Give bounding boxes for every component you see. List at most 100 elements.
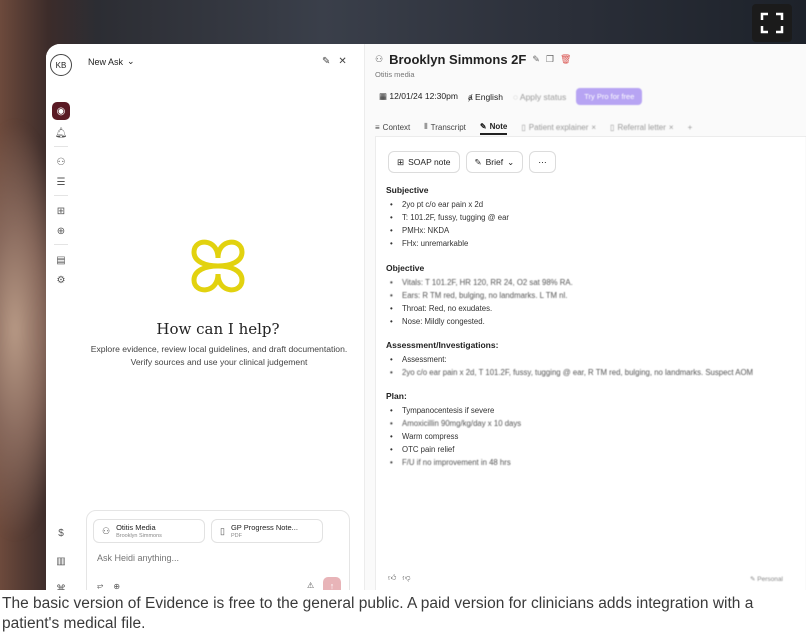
bell-icon[interactable]: 🔔︎ [54, 126, 68, 140]
chip-title: GP Progress Note... [230, 523, 298, 532]
templates-icon[interactable]: ⊞ [54, 204, 68, 218]
chip-title: Otitis Media [116, 523, 156, 532]
apply-status-label: Apply status [519, 91, 567, 102]
new-ask-label: New Ask [88, 56, 124, 67]
apply-status-button[interactable]: ◌ Apply status [513, 92, 566, 102]
more-button[interactable]: ⋯ [529, 151, 556, 173]
patient-icon: ⚇ [375, 54, 384, 64]
thumbs-up-icon[interactable]: 👍︎ [388, 573, 396, 583]
tab-label: Referral letter [617, 122, 666, 132]
document-icon: ▯ [521, 122, 526, 132]
globe-icon[interactable]: ⊕ [54, 224, 68, 238]
pen-icon: ✎ [479, 121, 487, 131]
document-icon: ▯ [220, 525, 225, 536]
dollar-icon[interactable]: $ [54, 526, 68, 540]
help-subtext: Explore evidence, review local guideline… [90, 344, 348, 367]
add-tab-button[interactable]: + [688, 119, 693, 135]
status-icon: ◌ [512, 91, 518, 102]
datetime-label: 12/01/24 12:30pm [389, 91, 458, 101]
section-item: Assessment: [386, 353, 753, 366]
fullscreen-icon [760, 12, 784, 34]
edit-icon[interactable]: ✎ [532, 54, 540, 65]
avatar[interactable]: KB [50, 54, 72, 76]
warning-icon[interactable]: ⚠ [307, 581, 314, 590]
nav-home-icon[interactable]: ◉ [52, 102, 70, 120]
translate-icon: ⱥ [467, 91, 473, 102]
clipboard-icon[interactable]: ▤ [54, 253, 68, 267]
feedback-buttons: 👍︎ 👎︎ [388, 573, 411, 583]
waveform-icon: ⫴ [424, 122, 428, 131]
close-icon[interactable]: × [669, 123, 674, 132]
patient-header: ⚇ Brooklyn Simmons 2F ✎ ❐ 🗑︎ [375, 52, 571, 67]
trash-icon[interactable]: 🗑︎ [560, 54, 571, 65]
section-item: Warm compress [386, 430, 521, 443]
plus-icon: + [687, 122, 693, 132]
tab-label: Context [382, 122, 411, 132]
new-ask-dropdown[interactable]: New Ask ⌄ [88, 56, 135, 67]
close-icon[interactable]: × [591, 123, 596, 132]
section-item: 2yo c/o ear pain x 2d, T 101.2F, fussy, … [386, 366, 753, 379]
language-label: English [475, 91, 503, 102]
section-item: Tympanocentesis if severe [386, 404, 521, 417]
language-select[interactable]: ⱥ English [468, 92, 503, 102]
note-tabs: ≡ Context ⫴ Transcript ✎ Note ▯ Patient expl… [375, 119, 806, 137]
chat-panel: KB ◉ 🔔︎ ⚇ ☰ ⊞ ⊕ ▤ ⚙ New Ask ⌄ ✎ ✕ How ca… [46, 44, 364, 590]
rail-divider [54, 146, 68, 147]
list-icon: ≡ [375, 122, 380, 132]
patient-title[interactable]: Brooklyn Simmons 2F [389, 52, 526, 67]
tab-note[interactable]: ✎ Note [479, 119, 508, 135]
section-item: OTC pain relief [386, 443, 521, 456]
attach-icon[interactable]: ⥂ [97, 581, 103, 590]
tab-transcript[interactable]: ⫴ Transcript [424, 119, 466, 135]
personal-text: Personal [757, 576, 783, 583]
tab-context[interactable]: ≡ Context [375, 119, 410, 135]
help-heading: How can I help? [156, 320, 280, 338]
note-panel: ⚇ Brooklyn Simmons 2F ✎ ❐ 🗑︎ Otitis medi… [364, 44, 806, 590]
section-heading: Assessment/Investigations: [386, 340, 499, 350]
book-icon[interactable]: ▥ [54, 554, 68, 568]
image-caption: The basic version of Evidence is free to… [2, 595, 754, 632]
users-icon[interactable]: ⚇ [54, 155, 68, 169]
chevron-down-icon: ⌄ [507, 156, 515, 167]
tab-patient-explainer[interactable]: ▯ Patient explainer × [521, 119, 596, 135]
tab-label: Patient explainer [528, 122, 589, 132]
section-item: F/U if no improvement in 48 hrs [386, 456, 521, 469]
length-dropdown[interactable]: ✎ Brief ⌄ [465, 151, 524, 173]
list-icon[interactable]: ☰ [54, 175, 68, 189]
section-item: FHx: unremarkable [386, 237, 509, 250]
patient-subtitle: Otitis media [375, 70, 415, 79]
gear-icon[interactable]: ⚙ [54, 273, 68, 287]
ask-input[interactable] [97, 553, 337, 563]
section-item: PMHx: NKDA [386, 224, 509, 237]
length-label: Brief [485, 157, 504, 167]
section-heading: Plan: [386, 391, 407, 401]
copy-icon[interactable]: ❐ [546, 54, 554, 65]
thumbs-down-icon[interactable]: 👎︎ [402, 573, 410, 583]
send-button[interactable]: ↑ [323, 577, 341, 590]
template-icon: ⊞ [397, 156, 405, 167]
try-pro-button[interactable]: Try Pro for free [576, 88, 643, 105]
rail-divider [54, 195, 68, 196]
compose-icon[interactable]: ✎ [322, 56, 330, 67]
context-chip-document[interactable]: ▯ GP Progress Note... PDF [211, 519, 323, 543]
session-meta: ▦ 12/01/24 12:30pm ⱥ English ◌ Apply sta… [379, 88, 643, 105]
app-window: KB ◉ 🔔︎ ⚇ ☰ ⊞ ⊕ ▤ ⚙ New Ask ⌄ ✎ ✕ How ca… [46, 44, 806, 590]
globe-icon[interactable]: ⊕ [113, 582, 120, 591]
context-chip-patient[interactable]: ⚇ Otitis Media Brooklyn Simmons [93, 519, 205, 543]
section-assessment: Assessment/Investigations: Assessment: 2… [386, 340, 753, 379]
section-item: Vitals: T 101.2F, HR 120, RR 24, O2 sat … [386, 276, 573, 289]
fullscreen-button[interactable] [752, 4, 792, 42]
command-icon[interactable]: ⌘ [54, 582, 68, 591]
personal-label: ✎ Personal [750, 575, 783, 583]
section-objective: Objective Vitals: T 101.2F, HR 120, RR 2… [386, 263, 573, 328]
section-heading: Objective [386, 263, 425, 273]
more-icon: ⋯ [538, 156, 547, 167]
section-item: Amoxicillin 90mg/kg/day x 10 days [386, 417, 521, 430]
close-icon[interactable]: ✕ [338, 56, 346, 67]
template-label: SOAP note [408, 157, 451, 167]
tab-label: Note [489, 121, 508, 131]
datetime-field[interactable]: ▦ 12/01/24 12:30pm [379, 91, 458, 102]
chip-subtitle: Brooklyn Simmons [116, 533, 162, 539]
tab-referral-letter[interactable]: ▯ Referral letter × [610, 119, 674, 135]
template-button[interactable]: ⊞ SOAP note [388, 151, 460, 173]
